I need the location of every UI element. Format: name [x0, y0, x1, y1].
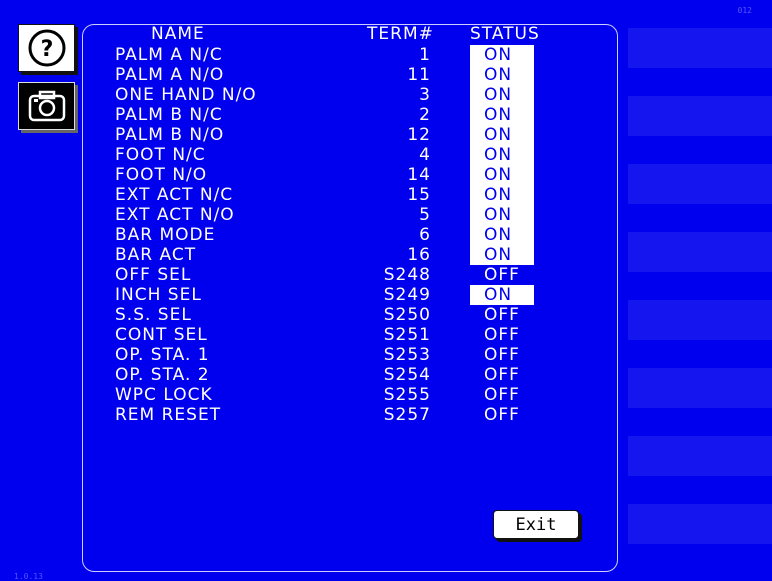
io-name: OFF SEL	[115, 265, 192, 285]
header-term: TERM#	[367, 24, 434, 44]
io-name: REM RESET	[115, 405, 222, 425]
io-status-badge: OFF	[484, 305, 520, 325]
io-name: FOOT N/C	[115, 145, 206, 165]
svg-text:?: ?	[40, 37, 53, 62]
io-name: PALM A N/O	[115, 65, 225, 85]
table-row: WPC LOCK S255 OFF	[83, 385, 617, 405]
io-status-badge: ON	[470, 285, 534, 305]
right-panel-block	[628, 232, 772, 272]
table-row: ONE HAND N/O 3 ON	[83, 85, 617, 105]
io-status-badge: ON	[470, 225, 534, 245]
io-name: PALM B N/C	[115, 105, 223, 125]
io-term: 3	[419, 85, 431, 105]
io-status-badge: OFF	[484, 405, 520, 425]
io-status-panel: NAME TERM# STATUS PALM A N/C 1 ON PALM A N/…	[82, 24, 618, 572]
table-row: BAR MODE 6 ON	[83, 225, 617, 245]
help-button[interactable]: ?	[18, 24, 75, 72]
right-panel-block	[628, 504, 772, 544]
io-status-badge: OFF	[484, 385, 520, 405]
table-row: FOOT N/O 14 ON	[83, 165, 617, 185]
io-term: S255	[383, 385, 431, 405]
right-panel-block	[628, 96, 772, 136]
table-row: PALM A N/C 1 ON	[83, 45, 617, 65]
io-name: EXT ACT N/O	[115, 205, 235, 225]
table-row: OP. STA. 1 S253 OFF	[83, 345, 617, 365]
io-name: WPC LOCK	[115, 385, 213, 405]
table-row: S.S. SEL S250 OFF	[83, 305, 617, 325]
io-term: 11	[407, 65, 431, 85]
io-term: 5	[419, 205, 431, 225]
io-name: OP. STA. 2	[115, 365, 210, 385]
exit-button[interactable]: Exit	[493, 510, 579, 539]
camera-icon	[28, 90, 65, 122]
io-status-badge: OFF	[484, 325, 520, 345]
io-term: 14	[407, 165, 431, 185]
io-name: CONT SEL	[115, 325, 208, 345]
io-term: S253	[383, 345, 431, 365]
io-status-badge: ON	[470, 205, 534, 225]
left-toolbar: ?	[0, 0, 82, 581]
table-row: PALM A N/O 11 ON	[83, 65, 617, 85]
io-name: INCH SEL	[115, 285, 202, 305]
right-panel-block	[628, 164, 772, 204]
table-row: EXT ACT N/O 5 ON	[83, 205, 617, 225]
table-row: OFF SEL S248 OFF	[83, 265, 617, 285]
io-term: 16	[407, 245, 431, 265]
right-panel	[628, 0, 772, 581]
io-status-badge: OFF	[484, 345, 520, 365]
io-status-badge: OFF	[484, 265, 520, 285]
io-name: OP. STA. 1	[115, 345, 210, 365]
io-status-badge: ON	[470, 65, 534, 85]
header-name: NAME	[151, 24, 205, 44]
io-status-badge: ON	[470, 165, 534, 185]
io-name: FOOT N/O	[115, 165, 208, 185]
io-status-badge: OFF	[484, 365, 520, 385]
io-status-badge: ON	[470, 85, 534, 105]
table-row: REM RESET S257 OFF	[83, 405, 617, 425]
io-term: 4	[419, 145, 431, 165]
io-status-badge: ON	[470, 185, 534, 205]
question-circle-icon: ?	[28, 29, 65, 67]
table-row: CONT SEL S251 OFF	[83, 325, 617, 345]
io-term: 12	[407, 125, 431, 145]
table-row: BAR ACT 16 ON	[83, 245, 617, 265]
io-name: EXT ACT N/C	[115, 185, 234, 205]
io-term: S254	[383, 365, 431, 385]
right-panel-block	[628, 28, 772, 68]
right-panel-block	[628, 436, 772, 476]
io-name: S.S. SEL	[115, 305, 192, 325]
right-panel-block	[628, 368, 772, 408]
io-name: BAR ACT	[115, 245, 197, 265]
header-status: STATUS	[470, 24, 540, 44]
io-status-badge: ON	[470, 145, 534, 165]
io-name: PALM A N/C	[115, 45, 223, 65]
io-name: ONE HAND N/O	[115, 85, 257, 105]
right-panel-block	[628, 300, 772, 340]
io-status-badge: ON	[470, 105, 534, 125]
io-status-badge: ON	[470, 125, 534, 145]
io-term: S250	[383, 305, 431, 325]
io-term: S257	[383, 405, 431, 425]
table-row: FOOT N/C 4 ON	[83, 145, 617, 165]
io-term: S248	[383, 265, 431, 285]
version-label: 1.0.13	[14, 572, 43, 581]
table-row: PALM B N/C 2 ON	[83, 105, 617, 125]
io-name: BAR MODE	[115, 225, 216, 245]
table-row: PALM B N/O 12 ON	[83, 125, 617, 145]
corner-label: 012	[737, 6, 752, 15]
io-term: 2	[419, 105, 431, 125]
io-name: PALM B N/O	[115, 125, 225, 145]
io-status-badge: ON	[470, 245, 534, 265]
io-term: 1	[419, 45, 431, 65]
io-term: 15	[407, 185, 431, 205]
table-row: OP. STA. 2 S254 OFF	[83, 365, 617, 385]
io-status-badge: ON	[470, 45, 534, 65]
table-row: EXT ACT N/C 15 ON	[83, 185, 617, 205]
table-row: INCH SEL S249 ON	[83, 285, 617, 305]
io-term: S251	[383, 325, 431, 345]
camera-button[interactable]	[18, 82, 75, 130]
io-term: 6	[419, 225, 431, 245]
io-term: S249	[383, 285, 431, 305]
